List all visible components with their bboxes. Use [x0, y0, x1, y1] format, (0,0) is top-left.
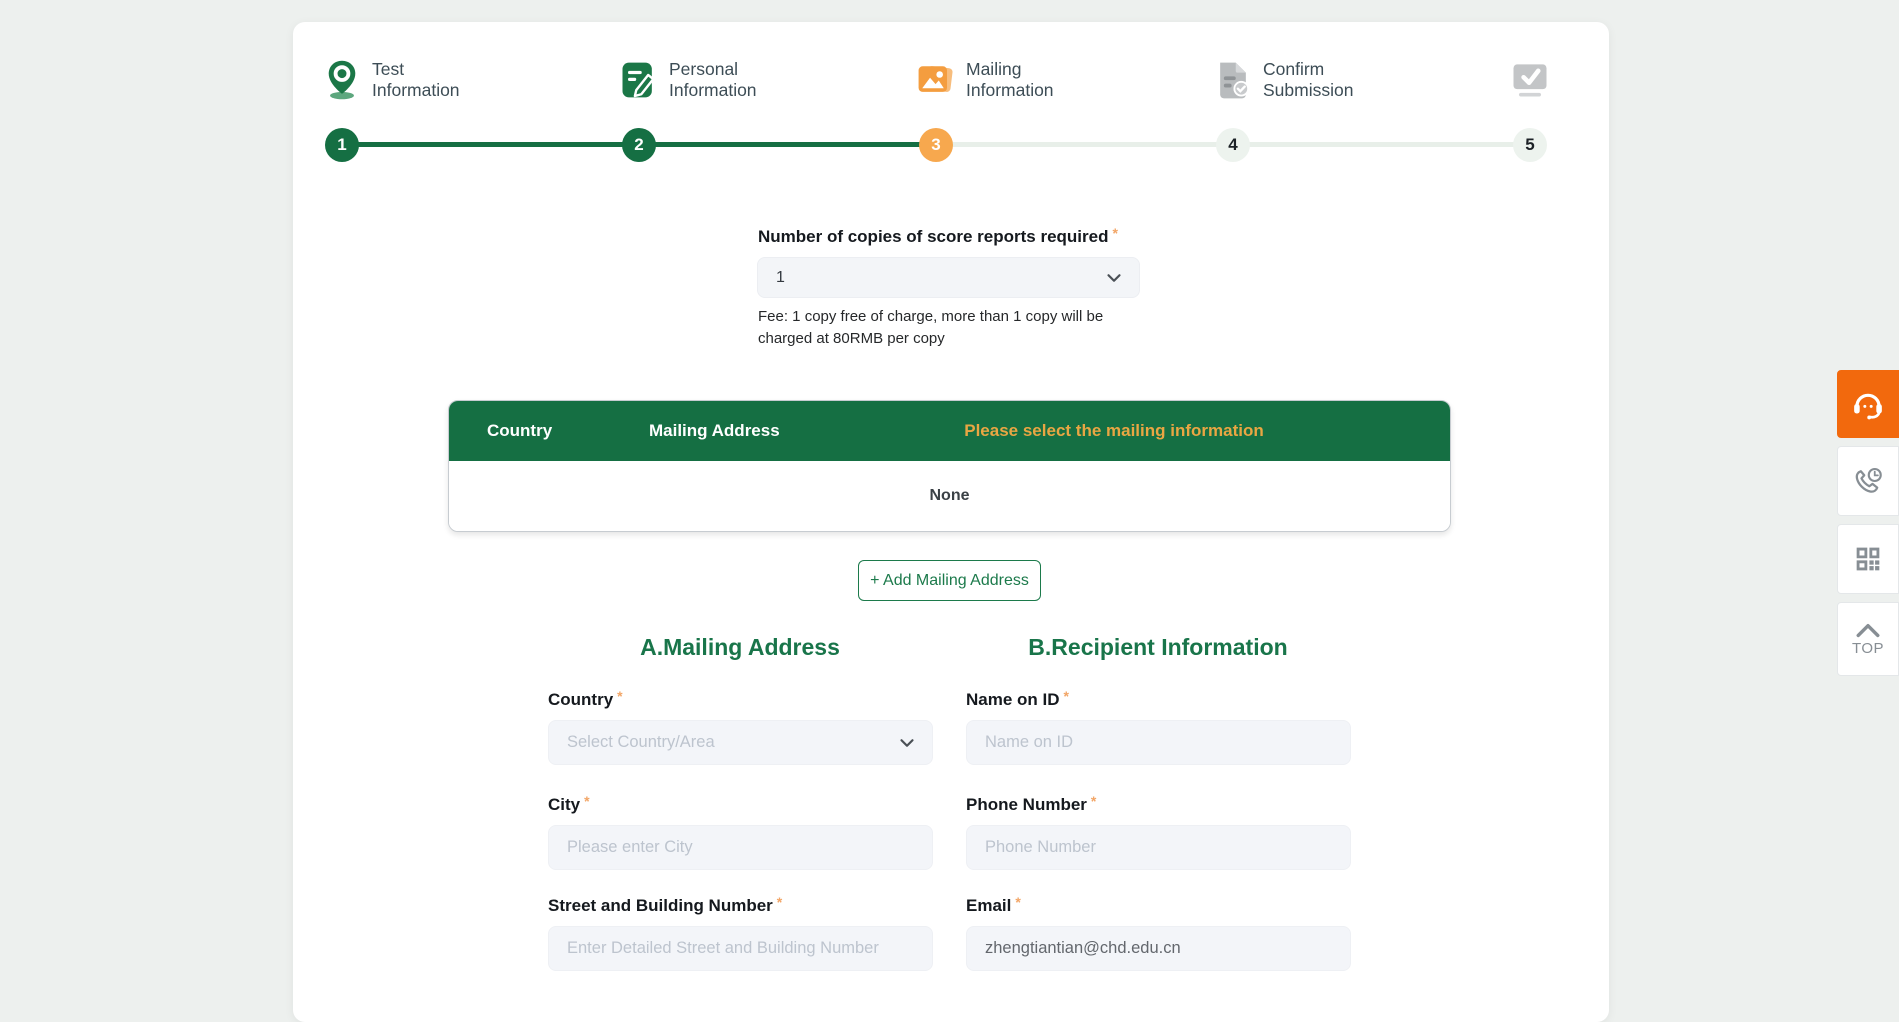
section-title-recipient-info: B.Recipient Information	[998, 634, 1318, 661]
city-label-text: City	[548, 795, 580, 814]
step-label: Mailing Information	[966, 59, 1106, 101]
add-mailing-address-button[interactable]: + Add Mailing Address	[858, 560, 1041, 601]
floating-side-menu: TOP	[1837, 370, 1899, 684]
mailing-table-header: Country Mailing Address Please select th…	[449, 401, 1450, 461]
copies-label: Number of copies of score reports requir…	[758, 225, 1118, 247]
required-mark: *	[584, 793, 589, 809]
qr-code-button[interactable]	[1837, 524, 1899, 594]
main-card: Test Information 1 Personal Information …	[293, 22, 1609, 1022]
required-mark: *	[1112, 225, 1117, 241]
column-header-country: Country	[487, 401, 552, 461]
name-on-id-label-text: Name on ID	[966, 690, 1060, 709]
table-notice: Please select the mailing information	[904, 401, 1324, 461]
phone-history-button[interactable]	[1837, 446, 1899, 516]
city-label: City*	[548, 793, 933, 815]
step-label: Test Information	[372, 59, 512, 101]
name-on-id-input[interactable]	[966, 720, 1351, 765]
required-mark: *	[1064, 688, 1069, 704]
phone-label-text: Phone Number	[966, 795, 1087, 814]
photo-icon	[914, 58, 958, 102]
stepper: Test Information 1 Personal Information …	[293, 58, 1609, 170]
street-label: Street and Building Number*	[548, 894, 933, 916]
phone-field: Phone Number*	[966, 793, 1351, 870]
location-pin-icon	[320, 58, 364, 102]
note-pen-icon	[617, 58, 661, 102]
country-select[interactable]: Select Country/Area	[548, 720, 933, 765]
column-header-mailing-address: Mailing Address	[649, 401, 780, 461]
country-label-text: Country	[548, 690, 613, 709]
street-label-text: Street and Building Number	[548, 896, 773, 915]
required-mark: *	[777, 894, 782, 910]
phone-clock-icon	[1850, 463, 1886, 499]
copies-select[interactable]: 1	[757, 257, 1140, 298]
chevron-up-icon	[1855, 622, 1881, 638]
required-mark: *	[1091, 793, 1096, 809]
top-label: TOP	[1852, 640, 1884, 657]
headset-icon	[1849, 385, 1887, 423]
empty-text: None	[930, 487, 970, 505]
step-number[interactable]: 3	[919, 128, 953, 162]
step-number[interactable]: 5	[1513, 128, 1547, 162]
step-label: Personal Information	[669, 59, 809, 101]
chevron-down-icon	[896, 732, 918, 754]
phone-label: Phone Number*	[966, 793, 1351, 815]
step-number[interactable]: 4	[1216, 128, 1250, 162]
mailing-address-table: Country Mailing Address Please select th…	[448, 400, 1451, 532]
email-label: Email*	[966, 894, 1351, 916]
phone-input[interactable]	[966, 825, 1351, 870]
required-mark: *	[1015, 894, 1020, 910]
street-input[interactable]	[548, 926, 933, 971]
country-field: Country* Select Country/Area	[548, 688, 933, 765]
step-number[interactable]: 1	[325, 128, 359, 162]
fee-note: Fee: 1 copy free of charge, more than 1 …	[758, 306, 1114, 350]
country-select-placeholder: Select Country/Area	[549, 733, 896, 752]
city-field: City*	[548, 793, 933, 870]
city-input[interactable]	[548, 825, 933, 870]
country-label: Country*	[548, 688, 933, 710]
document-check-icon	[1211, 58, 1255, 102]
step-label: Confirm Submission	[1263, 59, 1403, 101]
copies-label-text: Number of copies of score reports requir…	[758, 227, 1108, 246]
email-label-text: Email	[966, 896, 1011, 915]
name-on-id-field: Name on ID*	[966, 688, 1351, 765]
street-field: Street and Building Number*	[548, 894, 933, 971]
email-field: Email*	[966, 894, 1351, 971]
qr-code-icon	[1851, 542, 1885, 576]
back-to-top-button[interactable]: TOP	[1837, 602, 1899, 676]
monitor-check-icon	[1508, 58, 1552, 102]
chevron-down-icon	[1103, 267, 1125, 289]
customer-service-button[interactable]	[1837, 370, 1899, 438]
required-mark: *	[617, 688, 622, 704]
name-on-id-label: Name on ID*	[966, 688, 1351, 710]
mailing-table-empty-row: None	[449, 461, 1450, 531]
section-title-mailing-address: A.Mailing Address	[580, 634, 900, 661]
email-input[interactable]	[966, 926, 1351, 971]
step-number[interactable]: 2	[622, 128, 656, 162]
copies-select-value: 1	[758, 269, 1103, 287]
